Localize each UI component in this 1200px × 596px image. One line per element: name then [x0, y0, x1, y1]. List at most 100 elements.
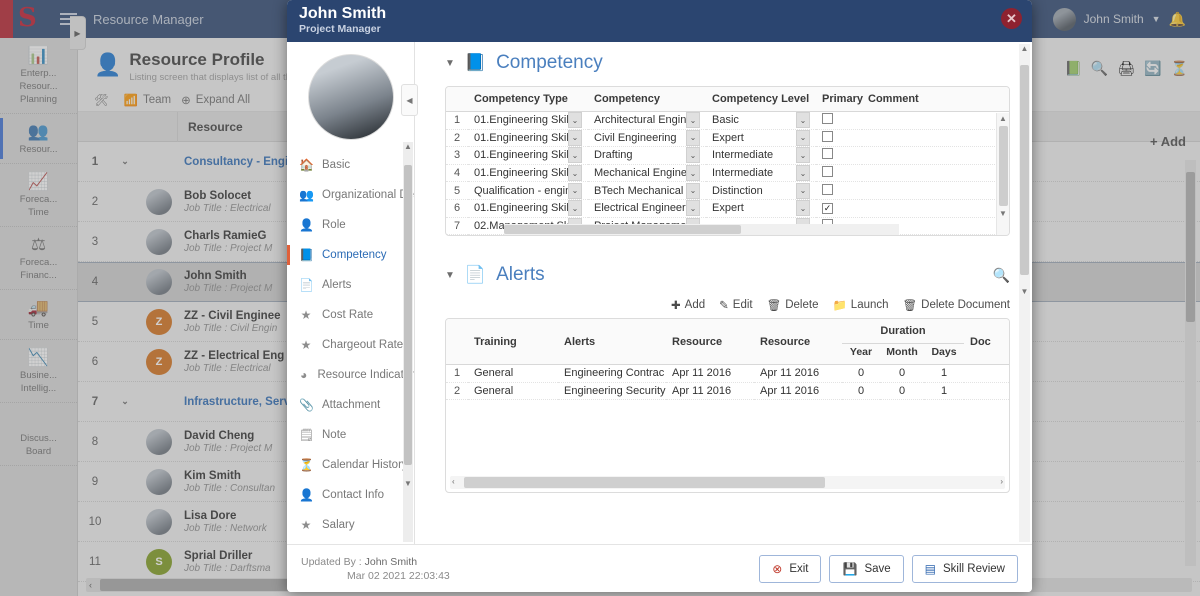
primary-cell[interactable] — [816, 146, 862, 165]
comment-cell[interactable] — [862, 164, 1009, 183]
modal-nav-item-personalattachm[interactable]: 📎PersonalAttachm... — [287, 540, 414, 544]
modal-nav-item-attachment[interactable]: 📎 Attachment — [287, 390, 414, 420]
updated-by-label: Updated By : — [301, 555, 362, 568]
competency-cell[interactable]: Mechanical Enginee ⌄ — [588, 164, 706, 183]
cell-value: Distinction — [712, 184, 763, 197]
competency-cell[interactable]: Architectural Engine ⌄ — [588, 111, 706, 130]
skill-review-button[interactable]: ▤ Skill Review — [911, 554, 1018, 583]
save-button[interactable]: 💾 Save — [829, 554, 904, 583]
chevron-down-icon[interactable]: ⌄ — [686, 112, 700, 129]
competency-level-cell[interactable]: Expert ⌄ — [706, 199, 816, 218]
modal-nav-item-cost-rate[interactable]: ★ Cost Rate — [287, 300, 414, 330]
competency-row[interactable]: 6 01.Engineering Skills ⌄ Electrical Engine… — [446, 199, 1009, 218]
chevron-down-icon[interactable]: ⌄ — [568, 165, 582, 181]
chevron-down-icon[interactable]: ⌄ — [796, 129, 810, 146]
delete-document-button[interactable]: 🗑 Delete Document — [903, 298, 1010, 312]
chevron-down-icon[interactable]: ⌄ — [568, 182, 582, 199]
checkbox[interactable] — [822, 148, 833, 160]
modal-nav-item-competency[interactable]: 📘 Competency — [287, 240, 414, 270]
competency-level-cell[interactable]: Intermediate ⌄ — [706, 164, 816, 183]
primary-cell[interactable] — [816, 129, 862, 148]
comment-cell[interactable] — [862, 199, 1009, 218]
competency-cell[interactable]: Civil Engineering ⌄ — [588, 129, 706, 148]
primary-cell[interactable] — [816, 164, 862, 183]
sidebar-collapse-button[interactable]: ◀ — [401, 84, 418, 116]
sidebar-scrollbar[interactable]: ▲ ▼ — [403, 142, 413, 542]
competency-level-cell[interactable]: Basic ⌄ — [706, 111, 816, 130]
comment-cell[interactable] — [862, 111, 1009, 130]
comment-cell[interactable] — [862, 181, 1009, 200]
alerts-row[interactable]: 1 General Engineering Contrac Apr 11 2016 Ap… — [446, 364, 1009, 383]
magnifier-icon[interactable]: 🔍 — [993, 267, 1010, 284]
competency-type-cell[interactable]: 01.Engineering Skills ⌄ — [468, 146, 588, 165]
competency-level-cell[interactable]: Expert ⌄ — [706, 129, 816, 148]
competency-vertical-scrollbar[interactable]: ▲ ▼ — [996, 113, 1009, 235]
chevron-down-icon[interactable]: ⌄ — [568, 129, 582, 146]
duration-month-cell: 0 — [880, 364, 924, 383]
modal-nav-item-resource-indicator[interactable]: ◕ Resource Indicator — [287, 360, 414, 390]
comment-cell[interactable] — [862, 129, 1009, 148]
competency-cell[interactable]: Electrical Engineerin ⌄ — [588, 199, 706, 218]
competency-type-cell[interactable]: 01.Engineering Skills ⌄ — [468, 164, 588, 183]
modal-nav-item-alerts[interactable]: 📄 Alerts — [287, 270, 414, 300]
checkbox[interactable]: ✓ — [822, 203, 833, 215]
competency-type-cell[interactable]: 01.Engineering Skills ⌄ — [468, 111, 588, 130]
alerts-horizontal-scrollbar[interactable]: ‹ › — [450, 476, 1005, 489]
modal-nav-item-calendar-history[interactable]: ⏳ Calendar History — [287, 450, 414, 480]
alert-name-cell: Engineering Security — [558, 382, 666, 401]
collapse-caret-icon[interactable]: ▼ — [445, 58, 455, 69]
competency-row[interactable]: 5 Qualification - engin ⌄ BTech Mechanical ⌄… — [446, 181, 1009, 200]
primary-cell[interactable] — [816, 111, 862, 130]
modal-nav-item-basic[interactable]: 🏠 Basic — [287, 150, 414, 180]
chevron-down-icon[interactable]: ⌄ — [568, 147, 582, 164]
comment-cell[interactable] — [862, 146, 1009, 165]
exit-button[interactable]: ⊗ Exit — [759, 554, 822, 583]
chevron-down-icon[interactable]: ⌄ — [796, 165, 810, 181]
add-button[interactable]: ✚ Add — [671, 298, 705, 312]
chevron-down-icon[interactable]: ⌄ — [686, 165, 700, 181]
chevron-down-icon[interactable]: ⌄ — [686, 129, 700, 146]
modal-nav-item-chargeout-rate[interactable]: ★ Chargeout Rate — [287, 330, 414, 360]
competency-cell[interactable]: BTech Mechanical ⌄ — [588, 181, 706, 200]
primary-cell[interactable]: ✓ — [816, 199, 862, 218]
competency-row[interactable]: 2 01.Engineering Skills ⌄ Civil Engineering… — [446, 129, 1009, 148]
checkbox[interactable] — [822, 130, 833, 142]
modal-nav-item-role[interactable]: 👤 Role — [287, 210, 414, 240]
alerts-row[interactable]: 2 General Engineering Security Apr 11 2016 A… — [446, 382, 1009, 401]
modal-nav-item-salary[interactable]: ★ Salary — [287, 510, 414, 540]
competency-row[interactable]: 4 01.Engineering Skills ⌄ Mechanical Engine… — [446, 164, 1009, 183]
competency-row[interactable]: 1 01.Engineering Skills ⌄ Architectural Eng… — [446, 111, 1009, 130]
primary-cell[interactable] — [816, 181, 862, 200]
competency-level-cell[interactable]: Intermediate ⌄ — [706, 146, 816, 165]
chevron-down-icon[interactable]: ⌄ — [686, 200, 700, 217]
close-icon[interactable]: ✕ — [1001, 8, 1022, 29]
chevron-down-icon[interactable]: ⌄ — [796, 147, 810, 164]
competency-row[interactable]: 3 01.Engineering Skills ⌄ Drafting ⌄ Intermed… — [446, 146, 1009, 165]
competency-horizontal-scrollbar[interactable] — [504, 224, 899, 235]
content-vertical-scrollbar[interactable]: ▲ ▼ — [1019, 44, 1030, 542]
chevron-down-icon[interactable]: ⌄ — [796, 200, 810, 217]
edit-button[interactable]: ✎ Edit — [719, 298, 752, 312]
alerts-col-duration: Duration — [842, 319, 964, 344]
chevron-down-icon[interactable]: ⌄ — [568, 200, 582, 217]
delete-button[interactable]: 🗑 Delete — [767, 298, 819, 312]
competency-cell[interactable]: Drafting ⌄ — [588, 146, 706, 165]
chevron-down-icon[interactable]: ⌄ — [686, 182, 700, 199]
checkbox[interactable] — [822, 183, 833, 195]
launch-button[interactable]: 📁 Launch — [832, 298, 888, 312]
competency-level-cell[interactable]: Distinction ⌄ — [706, 181, 816, 200]
competency-type-cell[interactable]: Qualification - engin ⌄ — [468, 181, 588, 200]
modal-nav-item-organizational-de[interactable]: 👥 Organizational De... — [287, 180, 424, 210]
row-number: 6 — [446, 199, 468, 218]
competency-type-cell[interactable]: 01.Engineering Skills ⌄ — [468, 129, 588, 148]
chevron-down-icon[interactable]: ⌄ — [568, 112, 582, 129]
checkbox[interactable] — [822, 113, 833, 125]
collapse-caret-icon[interactable]: ▼ — [445, 270, 455, 281]
chevron-down-icon[interactable]: ⌄ — [796, 182, 810, 199]
modal-nav-item-note[interactable]: 🗒 Note — [287, 420, 414, 450]
checkbox[interactable] — [822, 166, 833, 178]
chevron-down-icon[interactable]: ⌄ — [796, 112, 810, 129]
competency-type-cell[interactable]: 01.Engineering Skills ⌄ — [468, 199, 588, 218]
chevron-down-icon[interactable]: ⌄ — [686, 147, 700, 164]
modal-nav-item-contact-info[interactable]: 👤 Contact Info — [287, 480, 414, 510]
